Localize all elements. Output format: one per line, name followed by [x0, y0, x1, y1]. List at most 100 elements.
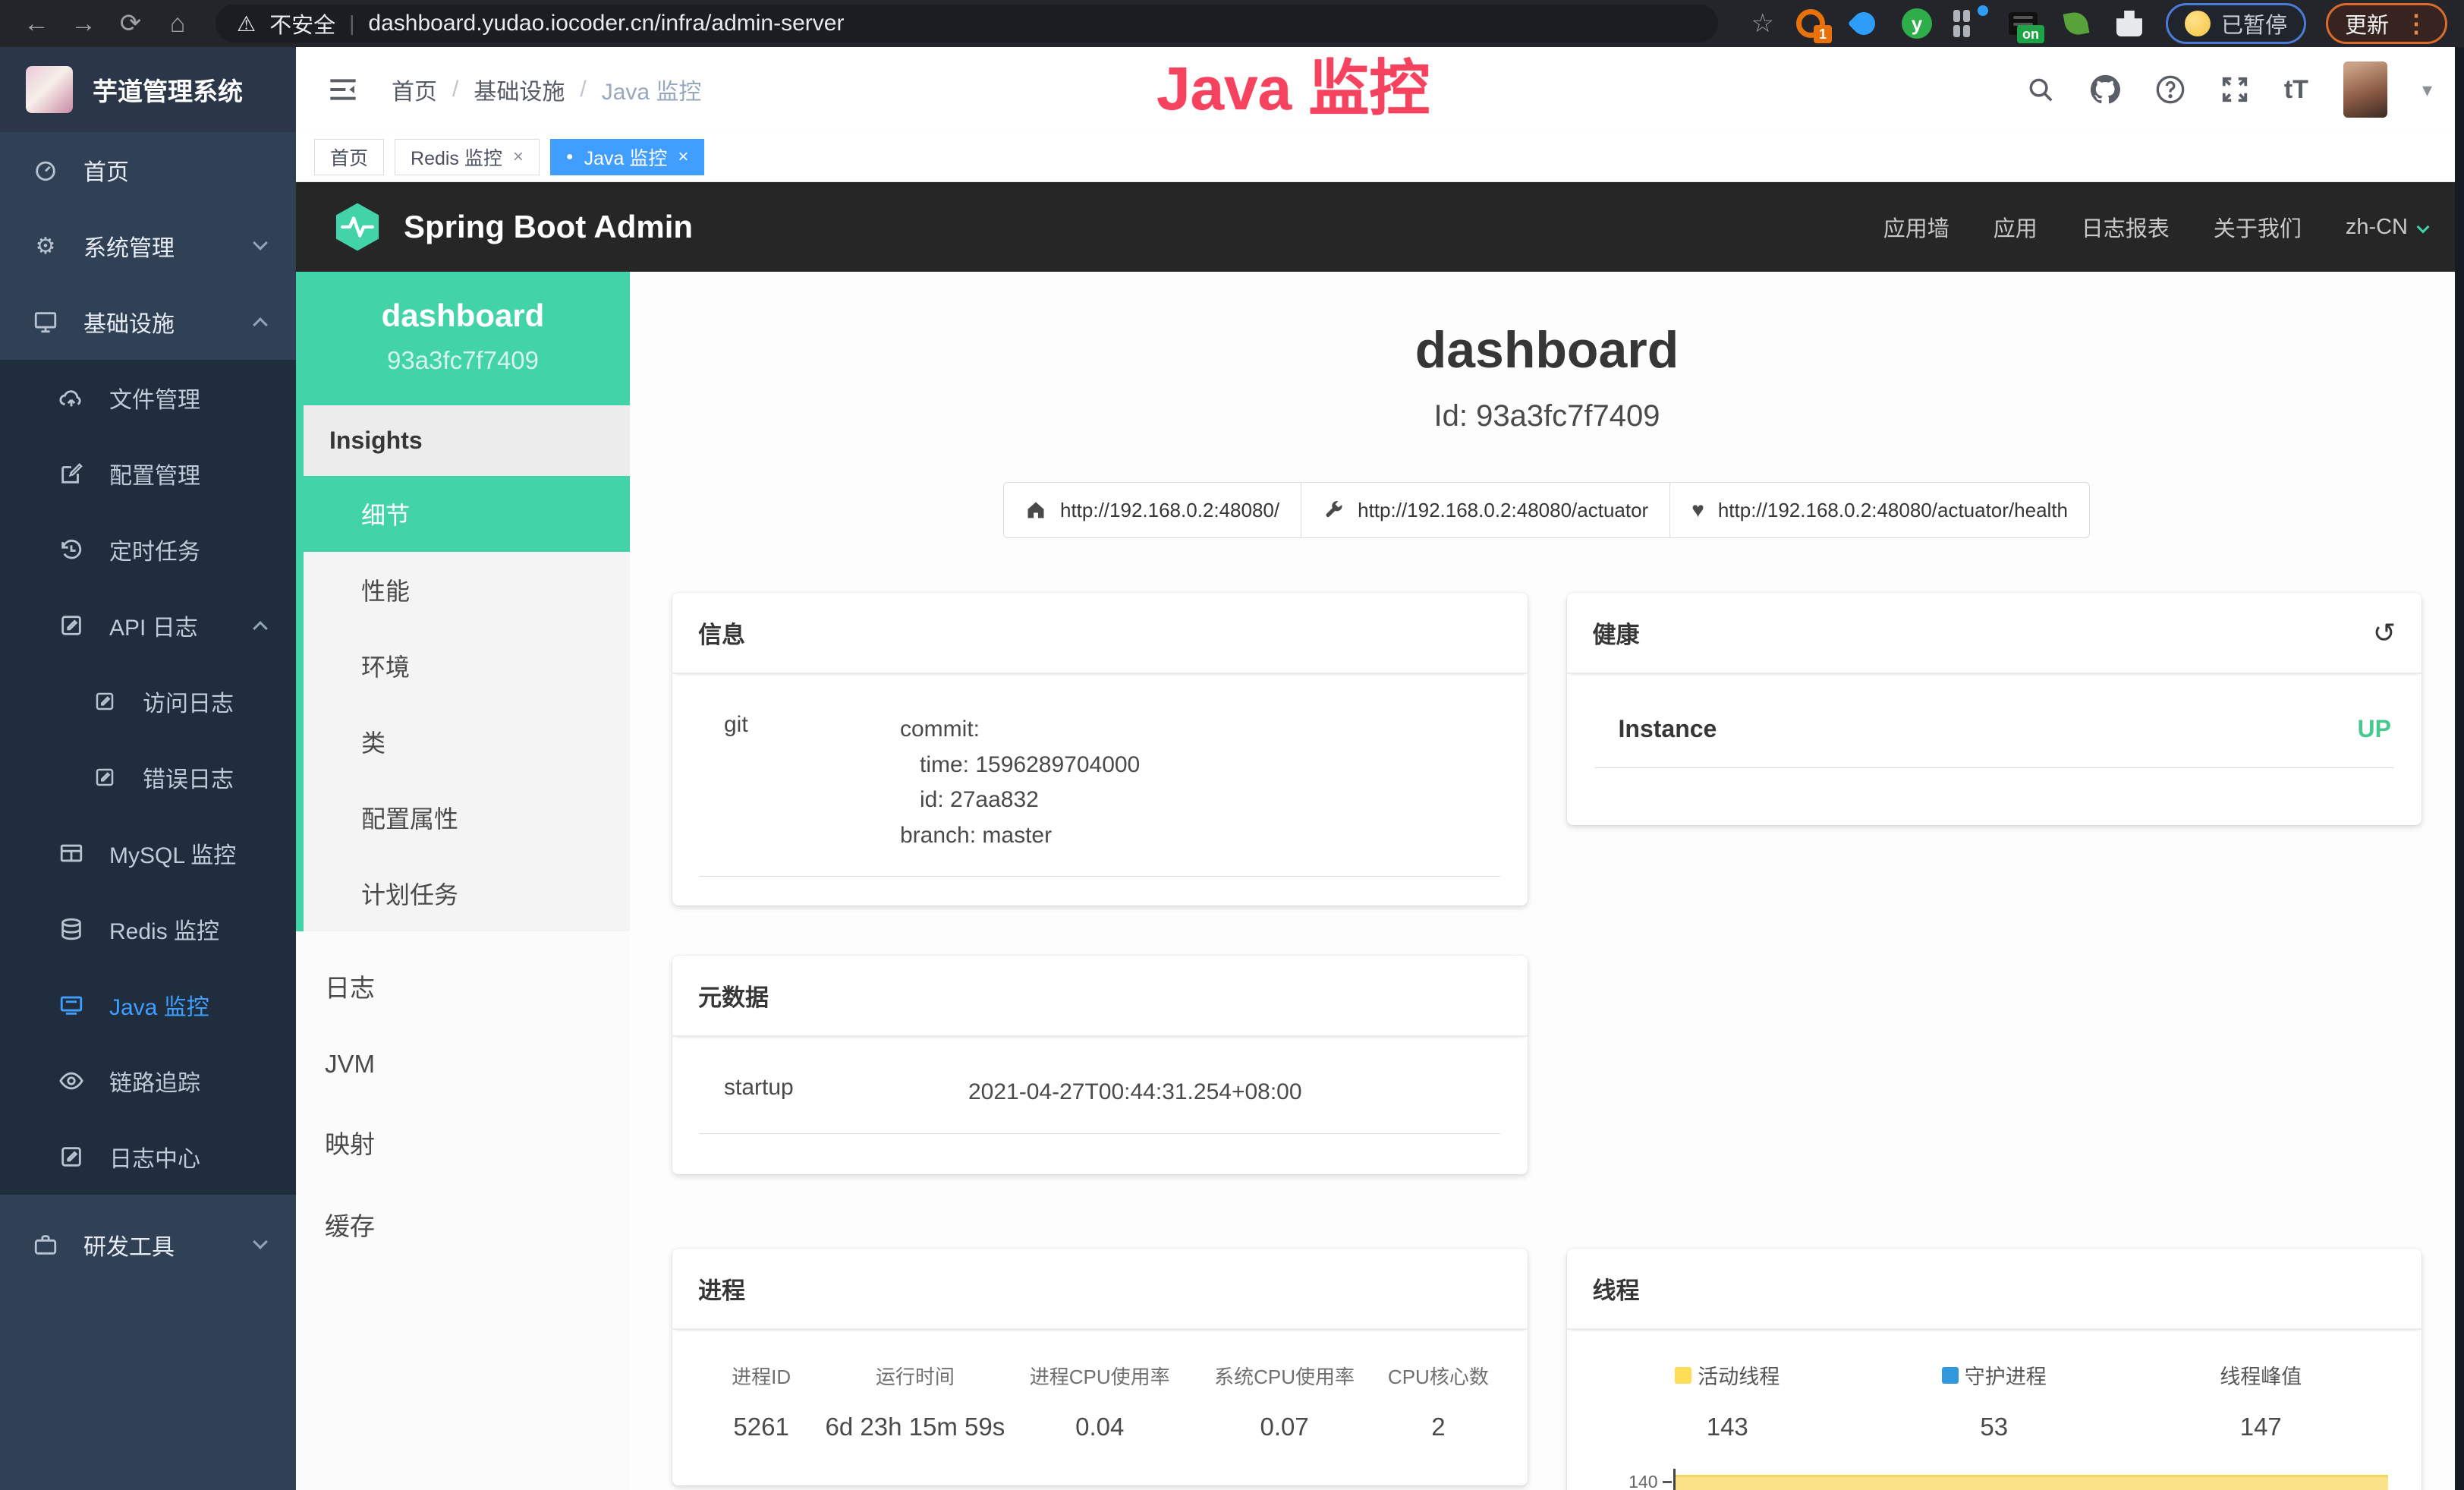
info-card: 信息 git commit: time: 1596289704000 id: 2… — [672, 593, 1528, 906]
extension-sprout-icon[interactable] — [2060, 7, 2093, 40]
browser-back-icon[interactable]: ← — [17, 9, 56, 39]
user-avatar[interactable] — [2343, 61, 2387, 118]
help-icon[interactable] — [2155, 74, 2186, 105]
sidebar-collapse-icon[interactable] — [328, 77, 358, 102]
extension-y-icon[interactable]: y — [1900, 7, 1934, 40]
legend-yellow-swatch — [1675, 1367, 1691, 1384]
sba-item-environment[interactable]: 环境 — [304, 628, 630, 704]
log-edit-icon — [90, 690, 120, 713]
log-edit-icon — [56, 613, 87, 638]
sidebar-item-java-monitor[interactable]: Java 监控 — [0, 967, 296, 1043]
active-dot-icon: ● — [566, 150, 574, 164]
sba-nav-applications[interactable]: 应用 — [1994, 211, 2038, 243]
sba-instance-block[interactable]: dashboard 93a3fc7f7409 — [296, 272, 630, 405]
threads-card: 线程 活动线程 143 — [1567, 1249, 2422, 1490]
sidebar-item-error-log[interactable]: 错误日志 — [0, 739, 296, 815]
sidebar-item-trace[interactable]: 链路追踪 — [0, 1043, 296, 1119]
history-icon[interactable]: ↺ — [2373, 617, 2396, 649]
sba-logo-icon — [332, 202, 382, 252]
actuator-url-button[interactable]: http://192.168.0.2:48080/actuator — [1301, 482, 1670, 538]
dashboard-icon — [30, 157, 61, 183]
sba-nav-wallboard[interactable]: 应用墙 — [1883, 211, 1949, 243]
info-value: commit: time: 1596289704000 id: 27aa832 … — [900, 712, 1140, 853]
browser-update-button[interactable]: 更新 ⋮ — [2326, 3, 2447, 44]
bookmark-star-icon[interactable]: ☆ — [1751, 8, 1773, 39]
sidebar-item-infrastructure[interactable]: 基础设施 — [0, 284, 296, 360]
extension-grid-icon[interactable] — [1953, 7, 1987, 40]
sidebar-item-config-manage[interactable]: 配置管理 — [0, 436, 296, 512]
breadcrumb-infrastructure[interactable]: 基础设施 — [474, 73, 565, 106]
sba-item-scheduled-tasks[interactable]: 计划任务 — [304, 855, 630, 931]
sba-locale-select[interactable]: zh-CN — [2346, 215, 2428, 240]
search-icon[interactable] — [2026, 75, 2055, 104]
sba-brand[interactable]: Spring Boot Admin — [332, 202, 693, 252]
extensions-puzzle-icon[interactable] — [2113, 7, 2146, 40]
sba-item-config-props[interactable]: 配置属性 — [304, 780, 630, 855]
sidebar-item-home[interactable]: 首页 — [0, 132, 296, 208]
process-cores: 2 — [1377, 1413, 1499, 1441]
sidebar-item-log-center[interactable]: 日志中心 — [0, 1119, 296, 1195]
close-icon[interactable]: × — [678, 146, 688, 168]
sidebar-item-file-manage[interactable]: 文件管理 — [0, 360, 296, 436]
address-bar[interactable]: ⚠ 不安全 | dashboard.yudao.iocoder.cn/infra… — [216, 5, 1718, 43]
text-size-icon[interactable]: tT — [2284, 75, 2308, 105]
sba-item-logs[interactable]: 日志 — [296, 945, 630, 1027]
browser-forward-icon[interactable]: → — [64, 9, 103, 39]
process-table: 进程ID 运行时间 进程CPU使用率 系统CPU使用率 CPU核心数 5261 … — [700, 1362, 1500, 1441]
sba-item-classes[interactable]: 类 — [304, 704, 630, 780]
sba-item-details[interactable]: 细节 — [304, 476, 630, 552]
sba-item-jvm[interactable]: JVM — [296, 1027, 630, 1101]
extension-switch-icon[interactable]: on — [2006, 7, 2040, 40]
gear-icon: ⚙ — [30, 233, 61, 260]
metadata-card: 元数据 startup 2021-04-27T00:44:31.254+08:0… — [672, 956, 1528, 1174]
not-secure-warning-icon[interactable]: ⚠ — [237, 11, 256, 36]
sba-nav-journal[interactable]: 日志报表 — [2082, 211, 2170, 243]
sidebar-item-api-log[interactable]: API 日志 — [0, 587, 296, 663]
extension-pin-icon[interactable] — [1847, 7, 1880, 40]
process-col-sys-cpu: 系统CPU使用率 — [1192, 1362, 1377, 1390]
sba-header: Spring Boot Admin 应用墙 应用 日志报表 关于我们 zh-CN — [296, 182, 2464, 272]
url-text[interactable]: dashboard.yudao.iocoder.cn/infra/admin-s… — [368, 11, 844, 36]
sba-nav-about[interactable]: 关于我们 — [2214, 211, 2302, 243]
threads-chart: 140 120 100 — [1594, 1469, 2395, 1490]
metadata-key: startup — [703, 1075, 968, 1110]
sidebar-item-redis-monitor[interactable]: Redis 监控 — [0, 891, 296, 967]
sidebar-item-system-manage[interactable]: ⚙ 系统管理 — [0, 208, 296, 284]
top-navbar: 首页 / 基础设施 / Java 监控 Java 监控 — [296, 47, 2464, 132]
tag-home[interactable]: 首页 — [314, 139, 384, 175]
fullscreen-icon[interactable] — [2220, 75, 2249, 104]
sba-item-metrics[interactable]: 性能 — [304, 552, 630, 628]
sidebar-item-mysql-monitor[interactable]: MySQL 监控 — [0, 815, 296, 891]
browser-home-icon[interactable]: ⌂ — [158, 9, 197, 39]
sidebar-item-dev-tools[interactable]: 研发工具 — [0, 1207, 296, 1283]
close-icon[interactable]: × — [513, 146, 524, 168]
sidebar-item-scheduled-jobs[interactable]: 定时任务 — [0, 512, 296, 587]
sba-sidebar: dashboard 93a3fc7f7409 Insights 细节 性能 环境… — [296, 272, 630, 1490]
sba-item-caches[interactable]: 缓存 — [296, 1183, 630, 1265]
service-url-button[interactable]: http://192.168.0.2:48080/ — [1003, 482, 1301, 538]
legend-peak-threads: 线程峰值 — [2128, 1360, 2395, 1390]
update-label: 更新 — [2345, 8, 2389, 39]
edit-icon — [56, 461, 87, 487]
health-url-button[interactable]: ♥ http://192.168.0.2:48080/actuator/heal… — [1669, 482, 2090, 538]
github-icon[interactable] — [2090, 74, 2120, 105]
sidebar-item-access-log[interactable]: 访问日志 — [0, 663, 296, 739]
health-instance-row[interactable]: Instance UP — [1594, 680, 2395, 768]
browser-menu-kebab-icon[interactable]: ⋮ — [2404, 9, 2428, 38]
user-menu-caret-icon[interactable]: ▾ — [2422, 78, 2432, 102]
browser-reload-icon[interactable]: ⟳ — [111, 8, 150, 39]
metadata-card-title: 元数据 — [672, 956, 1528, 1037]
tag-redis-monitor[interactable]: Redis 监控 × — [395, 139, 540, 175]
app-logo-image — [26, 66, 73, 113]
sba-content: dashboard Id: 93a3fc7f7409 http://192.16… — [630, 272, 2464, 1490]
process-pid: 5261 — [700, 1413, 823, 1441]
sba-item-mappings[interactable]: 映射 — [296, 1101, 630, 1183]
browser-scrollbar[interactable] — [2455, 47, 2464, 1490]
extension-orange-icon[interactable]: 1 — [1794, 7, 1827, 40]
app-logo[interactable]: 芋道管理系统 — [0, 47, 296, 132]
breadcrumb-home[interactable]: 首页 — [392, 73, 437, 106]
sba-section-insights: Insights — [296, 405, 630, 476]
tag-java-monitor[interactable]: ● Java 监控 × — [550, 139, 704, 175]
profile-paused-chip[interactable]: 已暂停 — [2166, 3, 2306, 44]
timer-icon — [56, 537, 87, 562]
